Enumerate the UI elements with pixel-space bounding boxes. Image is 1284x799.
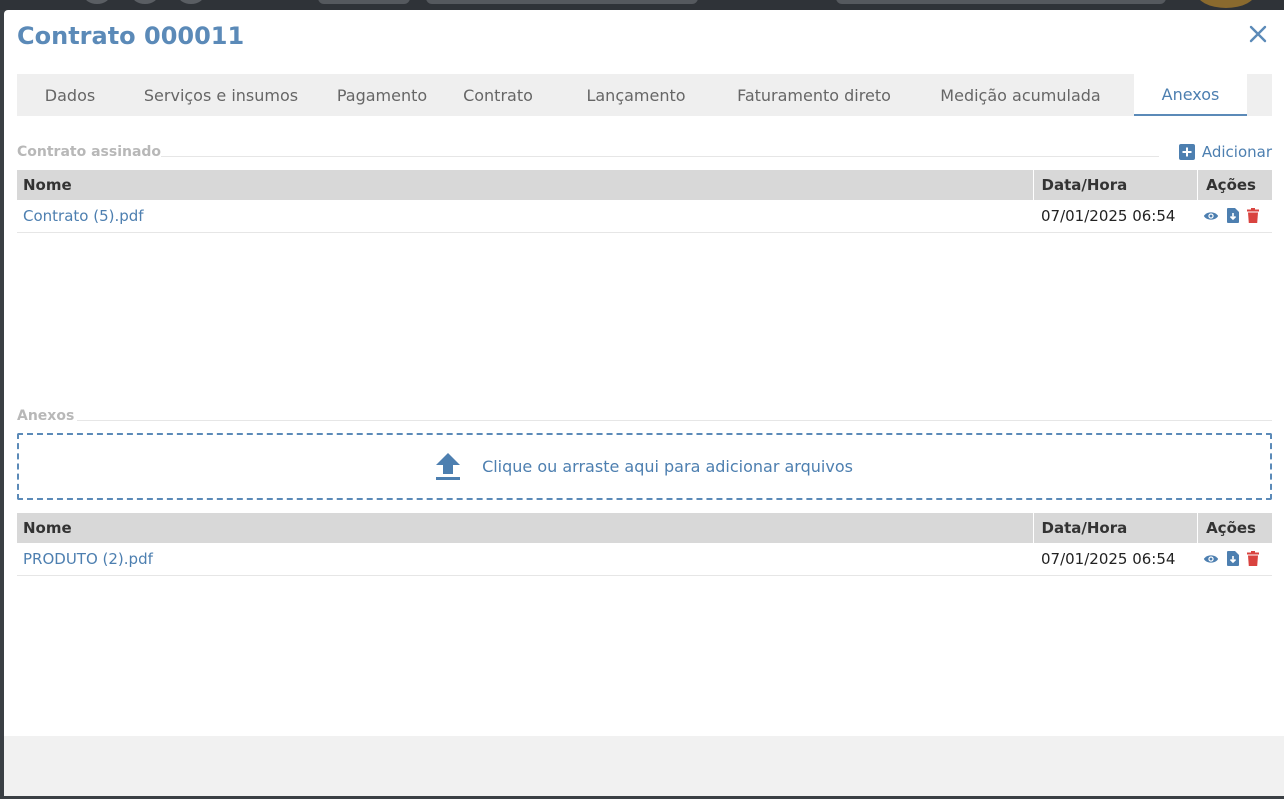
download-button[interactable] <box>1226 208 1240 224</box>
backdrop-app-bar <box>0 0 1284 10</box>
close-button[interactable] <box>1246 22 1270 46</box>
add-signed-contract-button[interactable]: Adicionar <box>1178 140 1272 164</box>
backdrop-shape <box>84 0 110 4</box>
modal-footer <box>4 736 1284 796</box>
tab-anexos[interactable]: Anexos <box>1134 74 1247 116</box>
section-divider <box>77 420 1272 421</box>
file-name-link[interactable]: PRODUTO (2).pdf <box>17 543 1033 576</box>
file-name-link[interactable]: Contrato (5).pdf <box>17 200 1033 233</box>
table-row: PRODUTO (2).pdf 07/01/2025 06:54 <box>17 543 1272 576</box>
tab-bar: Dados Serviços e insumos Pagamento Contr… <box>17 74 1272 116</box>
attachments-header: Anexos <box>17 404 1272 428</box>
backdrop-shape <box>1196 0 1256 8</box>
column-header-name: Nome <box>17 513 1033 543</box>
dropzone-label: Clique ou arraste aqui para adicionar ar… <box>482 457 853 476</box>
column-header-actions: Ações <box>1196 513 1272 543</box>
backdrop-shape <box>318 0 410 4</box>
column-header-datetime: Data/Hora <box>1032 170 1197 200</box>
delete-button[interactable] <box>1247 208 1261 224</box>
view-button[interactable] <box>1203 208 1219 224</box>
modal-title: Contrato 000011 <box>17 22 245 50</box>
signed-contract-title: Contrato assinado <box>17 144 162 160</box>
table-header-row: Nome Data/Hora Ações <box>17 513 1272 543</box>
file-download-icon <box>1226 551 1239 567</box>
attachments-table: Nome Data/Hora Ações PRODUTO (2).pdf 07/… <box>17 513 1272 576</box>
upload-icon <box>436 452 461 480</box>
attachments-title: Anexos <box>17 408 75 424</box>
eye-icon <box>1203 555 1219 563</box>
file-datetime: 07/01/2025 06:54 <box>1033 543 1197 576</box>
backdrop-shape <box>132 0 158 4</box>
close-icon <box>1249 25 1267 43</box>
tab-dados[interactable]: Dados <box>17 74 123 116</box>
table-row: Contrato (5).pdf 07/01/2025 06:54 <box>17 200 1272 233</box>
trash-icon <box>1247 551 1260 567</box>
eye-icon <box>1203 212 1219 220</box>
column-header-datetime: Data/Hora <box>1032 513 1197 543</box>
tab-servicos-e-insumos[interactable]: Serviços e insumos <box>123 74 319 116</box>
contract-modal: Contrato 000011 Dados Serviços e insumos… <box>4 10 1284 796</box>
row-actions <box>1197 200 1272 233</box>
tab-faturamento-direto[interactable]: Faturamento direto <box>721 74 907 116</box>
file-download-icon <box>1226 208 1239 224</box>
row-actions <box>1197 543 1272 576</box>
view-button[interactable] <box>1203 551 1219 567</box>
signed-contract-table: Nome Data/Hora Ações Contrato (5).pdf 07… <box>17 170 1272 233</box>
tab-medicao-acumulada[interactable]: Medição acumulada <box>907 74 1134 116</box>
download-button[interactable] <box>1226 551 1240 567</box>
signed-contract-header: Contrato assinado Adicionar <box>17 140 1272 164</box>
file-dropzone[interactable]: Clique ou arraste aqui para adicionar ar… <box>17 433 1272 500</box>
section-divider <box>161 156 1159 157</box>
backdrop-shape <box>178 0 204 4</box>
column-header-name: Nome <box>17 170 1033 200</box>
file-datetime: 07/01/2025 06:54 <box>1033 200 1197 233</box>
delete-button[interactable] <box>1247 551 1261 567</box>
tab-contrato[interactable]: Contrato <box>445 74 551 116</box>
plus-square-icon <box>1178 144 1195 160</box>
add-button-label: Adicionar <box>1201 143 1272 161</box>
tab-lancamento[interactable]: Lançamento <box>551 74 721 116</box>
trash-icon <box>1247 208 1260 224</box>
backdrop-shape <box>426 0 698 4</box>
table-header-row: Nome Data/Hora Ações <box>17 170 1272 200</box>
tab-pagamento[interactable]: Pagamento <box>319 74 445 116</box>
column-header-actions: Ações <box>1196 170 1272 200</box>
backdrop-shape <box>836 0 1166 4</box>
